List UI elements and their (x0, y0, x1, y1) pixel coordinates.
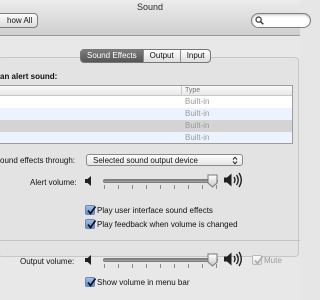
mute-checkbox[interactable] (252, 255, 264, 265)
output-device-popup[interactable]: Selected sound output device (86, 154, 243, 166)
table-row-selected[interactable]: Built-in (0, 120, 292, 132)
mute-label[interactable]: Mute (264, 256, 282, 265)
play-ui-sounds-label[interactable]: Play user interface sound effects (97, 206, 213, 215)
alert-volume-track[interactable] (103, 179, 218, 183)
table-row[interactable]: Built-in (0, 132, 292, 143)
play-ui-sounds-checkbox[interactable] (85, 205, 97, 215)
play-feedback-label[interactable]: Play feedback when volume is changed (97, 220, 238, 229)
row-type: Built-in (185, 133, 210, 142)
search-field[interactable] (251, 13, 311, 28)
alert-volume-knob[interactable] (207, 174, 218, 188)
preferences-content: Sound Effects Output Input an alert soun… (0, 36, 300, 300)
checkmark-icon (87, 206, 97, 215)
column-divider (181, 86, 182, 96)
output-volume-ticks (104, 264, 217, 268)
checkmark-icon (87, 278, 97, 287)
up-down-chevron-icon (232, 156, 238, 165)
row-type: Built-in (185, 109, 210, 118)
tab-bar: Sound Effects Output Input (80, 49, 212, 63)
search-icon (255, 16, 264, 25)
show-volume-menubar-checkbox[interactable] (85, 277, 97, 287)
sound-effects-through-label: ound effects through: (0, 156, 76, 165)
alert-volume-ticks (104, 185, 217, 189)
output-volume-knob[interactable] (207, 253, 218, 267)
checkmark-icon (87, 220, 97, 229)
play-feedback-checkbox[interactable] (85, 219, 97, 229)
row-type: Built-in (185, 97, 210, 106)
tab-output[interactable]: Output (142, 50, 180, 62)
output-volume-track[interactable] (103, 258, 218, 262)
table-row[interactable]: Built-in (0, 96, 292, 108)
title-bar: Sound how All (0, 0, 311, 36)
window-title: Sound (136, 2, 164, 12)
checkmark-icon (254, 256, 264, 265)
alert-volume-label: Alert volume: (30, 178, 77, 187)
tab-input[interactable]: Input (179, 50, 211, 62)
type-column-header[interactable]: Type (185, 87, 200, 94)
search-input[interactable] (266, 15, 306, 26)
section-divider (0, 240, 300, 241)
alert-sound-table[interactable]: Type Built-in Built-in Built-in Built-in (0, 85, 293, 144)
tab-sound-effects[interactable]: Sound Effects (81, 50, 143, 62)
show-volume-menubar-label[interactable]: Show volume in menu bar (97, 278, 190, 287)
alert-sound-heading: an alert sound: (0, 72, 58, 81)
speaker-low-icon (85, 255, 91, 265)
table-header: Type (0, 86, 292, 96)
output-volume-label: Output volume: (20, 257, 75, 266)
output-device-value: Selected sound output device (93, 156, 198, 165)
row-type: Built-in (185, 121, 210, 130)
speaker-low-icon (85, 176, 91, 186)
show-all-button[interactable]: how All (0, 13, 39, 28)
speaker-high-icon (224, 172, 242, 188)
table-row[interactable]: Built-in (0, 108, 292, 120)
speaker-high-icon (224, 251, 242, 267)
